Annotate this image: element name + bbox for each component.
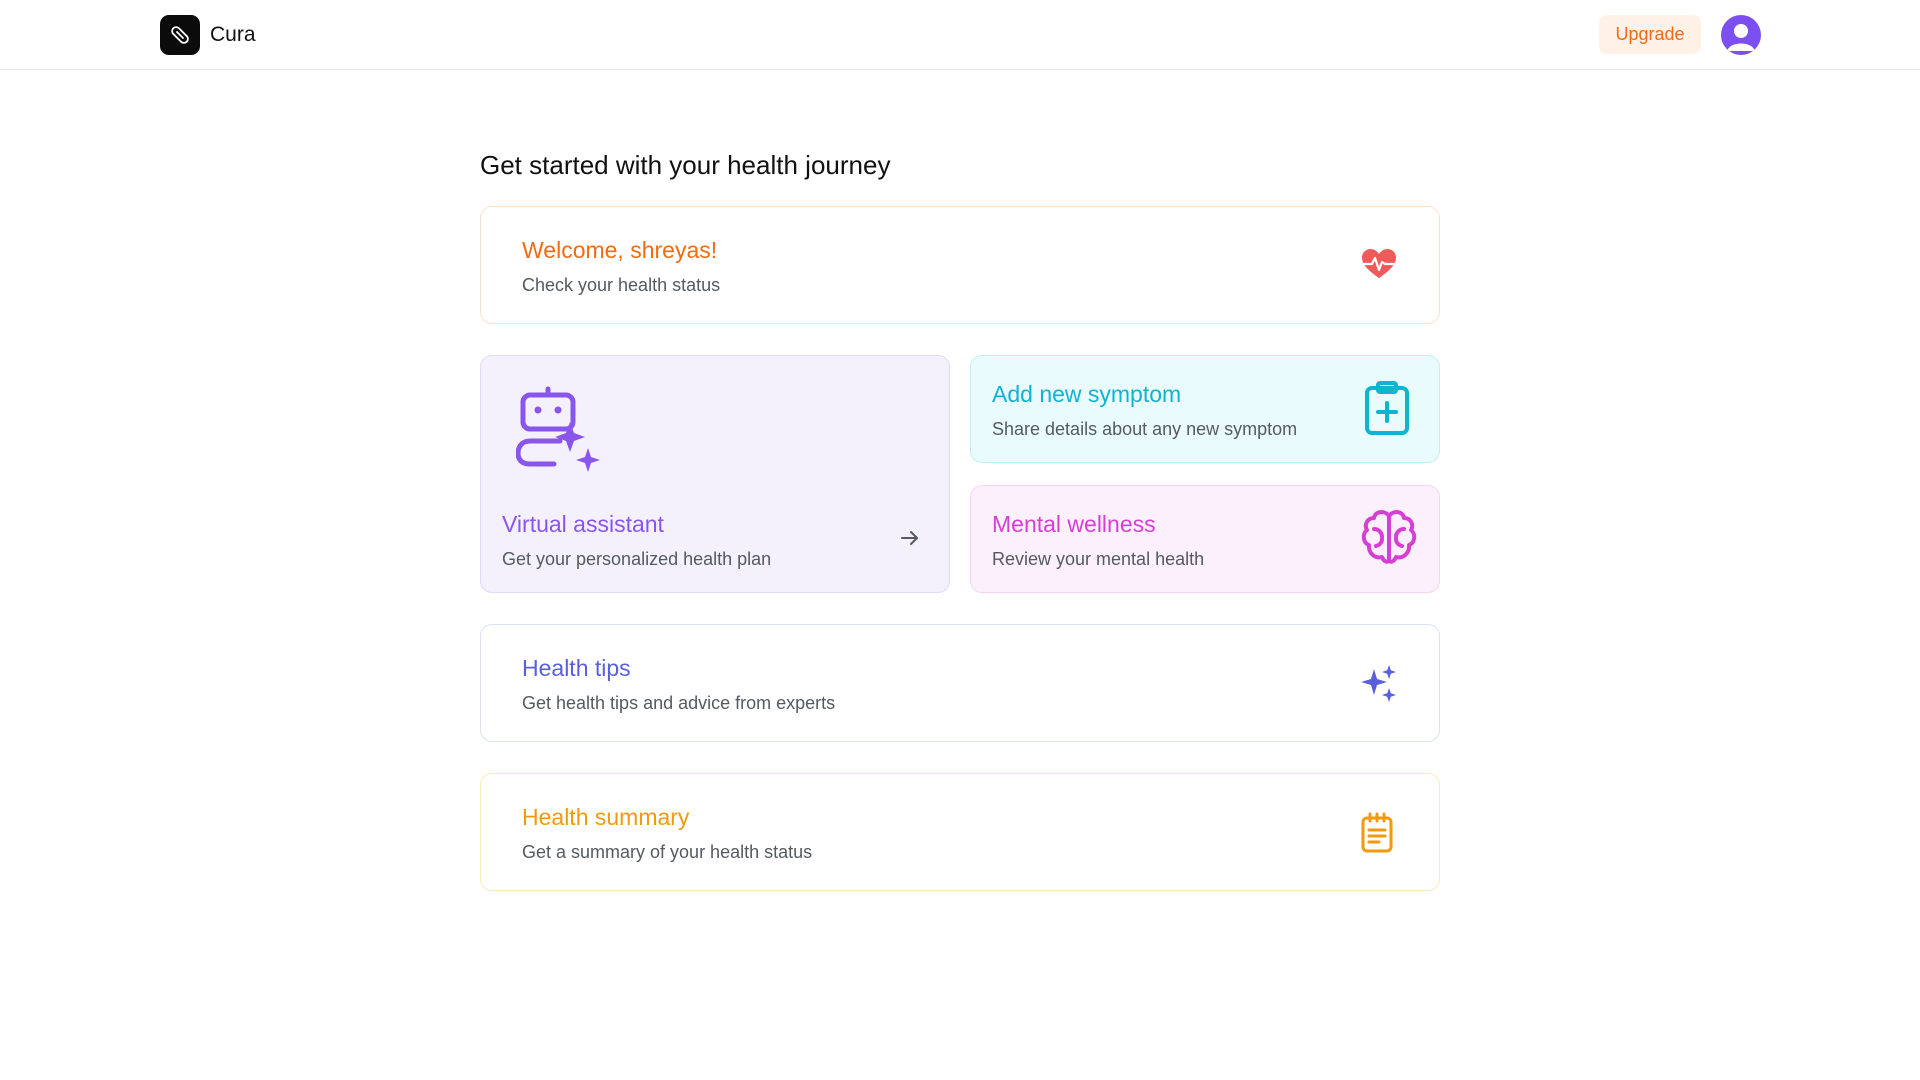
health-tips-subtitle: Get health tips and advice from experts (522, 693, 836, 713)
brand-name: Cura (210, 23, 256, 46)
mental-wellness-title: Mental wellness (992, 511, 1156, 537)
upgrade-button[interactable]: Upgrade (1599, 15, 1701, 54)
page-title: Get started with your health journey (480, 150, 891, 180)
health-summary-card[interactable]: Health summary Get a summary of your hea… (480, 773, 1440, 891)
mental-wellness-card[interactable]: Mental wellness Review your mental healt… (970, 485, 1440, 593)
mental-wellness-subtitle: Review your mental health (992, 549, 1205, 569)
health-summary-title: Health summary (522, 804, 690, 830)
virtual-assistant-card[interactable]: Virtual assistant Get your personalized … (480, 355, 950, 593)
add-symptom-title: Add new symptom (992, 381, 1182, 407)
user-avatar-icon[interactable] (1721, 15, 1761, 55)
robot-sparkle-icon (516, 386, 600, 472)
health-summary-subtitle: Get a summary of your health status (522, 842, 813, 862)
top-navbar: Cura Upgrade (0, 0, 1920, 70)
add-symptom-card[interactable]: Add new symptom Share details about any … (970, 355, 1440, 463)
health-tips-card[interactable]: Health tips Get health tips and advice f… (480, 624, 1440, 742)
pill-icon (160, 15, 200, 55)
heart-pulse-icon (1362, 249, 1396, 278)
clipboard-plus-icon (1365, 381, 1409, 435)
welcome-title: Welcome, shreyas! (522, 237, 718, 263)
welcome-card[interactable]: Welcome, shreyas! Check your health stat… (480, 206, 1440, 324)
notepad-icon (1361, 812, 1393, 853)
welcome-subtitle: Check your health status (522, 275, 721, 295)
virtual-assistant-subtitle: Get your personalized health plan (502, 549, 772, 569)
health-tips-title: Health tips (522, 655, 631, 681)
sparkles-icon (1361, 665, 1396, 702)
virtual-assistant-title: Virtual assistant (502, 511, 664, 537)
brain-icon (1361, 510, 1417, 564)
add-symptom-subtitle: Share details about any new symptom (992, 419, 1298, 439)
arrow-right-icon[interactable] (899, 527, 921, 549)
brand[interactable]: Cura (160, 15, 256, 55)
